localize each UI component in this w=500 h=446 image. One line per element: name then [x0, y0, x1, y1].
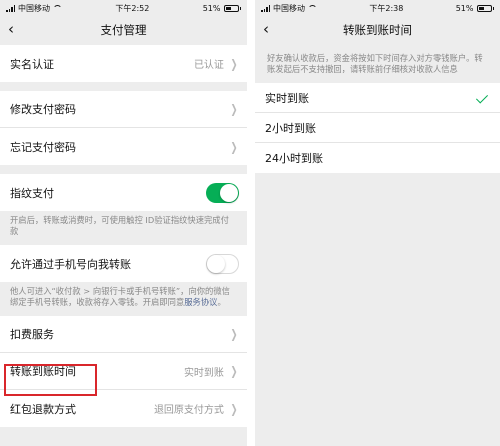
status-time: 下午2:52	[115, 3, 150, 13]
battery-percent: 51%	[455, 3, 474, 13]
chevron-right-icon: ❯	[230, 56, 238, 71]
fingerprint-label: 指纹支付	[10, 186, 54, 200]
carrier-label: 中国移动	[18, 3, 50, 13]
wifi-icon	[308, 5, 317, 11]
chevron-left-icon[interactable]: ‹	[8, 20, 14, 38]
checkmark-icon	[476, 93, 490, 103]
fingerprint-row: 指纹支付	[0, 174, 247, 211]
services-section: 扣费服务 ❯ 转账到账时间 实时到账 ❯ 红包退款方式 退回原支付方式 ❯	[0, 316, 247, 427]
deduction-service-label: 扣费服务	[10, 328, 54, 341]
transfer-time-row[interactable]: 转账到账时间 实时到账 ❯	[0, 353, 247, 390]
option-label: 2小时到账	[265, 121, 316, 135]
battery-icon	[476, 4, 494, 12]
option-label: 24小时到账	[265, 152, 323, 165]
phone-transfer-toggle[interactable]	[206, 253, 239, 274]
chevron-right-icon: ❯	[230, 364, 238, 378]
fingerprint-toggle[interactable]	[206, 182, 239, 203]
chevron-left-icon[interactable]: ‹	[263, 20, 269, 38]
option-realtime[interactable]: 实时到账	[255, 83, 500, 113]
phone-transfer-label: 允许通过手机号向我转账	[10, 257, 131, 271]
forgot-password-row[interactable]: 忘记支付密码 ❯	[0, 128, 247, 165]
phone-transfer-section: 允许通过手机号向我转账	[0, 245, 247, 282]
status-bar: 中国移动 下午2:38 51%	[255, 0, 500, 16]
carrier-label: 中国移动	[273, 3, 305, 13]
chevron-right-icon: ❯	[230, 401, 238, 416]
fingerprint-section: 指纹支付	[0, 174, 247, 211]
realname-status: 已认证	[193, 60, 224, 71]
realname-label: 实名认证	[10, 57, 54, 71]
wifi-icon	[53, 5, 62, 11]
payment-management-screen: 中国移动 下午2:52 51% ‹ 支付管理 实名认证 已认证 ❯ 修改支付密码…	[0, 0, 247, 446]
battery-percent: 51%	[202, 3, 221, 13]
service-agreement-link[interactable]: 服务协议	[184, 297, 217, 307]
refund-method-label: 红包退款方式	[10, 402, 76, 416]
option-2-hours[interactable]: 2小时到账	[255, 113, 500, 143]
fingerprint-note: 开启后，转账或消费时，可使用触控 ID验证指纹快速完成付款	[0, 211, 247, 245]
option-24-hours[interactable]: 24小时到账	[255, 143, 500, 173]
transfer-time-label: 转账到账时间	[10, 365, 76, 378]
phone-transfer-note: 他人可进入“收付款 > 向银行卡或手机号转账”，向你的微信绑定手机号转账，收款将…	[0, 282, 247, 316]
chevron-right-icon: ❯	[230, 139, 238, 154]
battery-icon	[223, 4, 241, 12]
transfer-time-note: 好友确认收款后，资金将按如下时间存入对方零钱账户。转账发起后不支持撤回，请转账前…	[255, 43, 500, 83]
divider	[247, 0, 255, 446]
status-bar: 中国移动 下午2:52 51%	[0, 0, 247, 16]
nav-bar: ‹ 转账到账时间	[255, 16, 500, 43]
signal-icon	[6, 4, 15, 12]
transfer-time-options: 实时到账 2小时到账 24小时到账	[255, 83, 500, 173]
transfer-time-screen: 中国移动 下午2:38 51% ‹ 转账到账时间 好友确认收款后，资金将按如下时…	[255, 0, 500, 446]
refund-method-value: 退回原支付方式	[153, 405, 224, 416]
change-password-label: 修改支付密码	[10, 103, 76, 116]
nav-bar: ‹ 支付管理	[0, 16, 247, 43]
realname-row[interactable]: 实名认证 已认证 ❯	[0, 45, 247, 82]
refund-method-row[interactable]: 红包退款方式 退回原支付方式 ❯	[0, 390, 247, 427]
option-label: 实时到账	[265, 91, 309, 105]
chevron-right-icon: ❯	[230, 327, 238, 341]
page-title: 转账到账时间	[343, 22, 412, 37]
password-section: 修改支付密码 ❯ 忘记支付密码 ❯	[0, 91, 247, 165]
realname-section: 实名认证 已认证 ❯	[0, 45, 247, 82]
page-title: 支付管理	[100, 22, 147, 37]
forgot-password-label: 忘记支付密码	[10, 140, 76, 154]
phone-transfer-row: 允许通过手机号向我转账	[0, 245, 247, 282]
chevron-right-icon: ❯	[230, 102, 238, 116]
transfer-time-value: 实时到账	[183, 367, 224, 379]
phone-transfer-note-end: 。	[217, 297, 226, 307]
signal-icon	[261, 4, 270, 12]
screenshot-frame: 中国移动 下午2:52 51% ‹ 支付管理 实名认证 已认证 ❯ 修改支付密码…	[0, 0, 500, 446]
change-password-row[interactable]: 修改支付密码 ❯	[0, 91, 247, 128]
status-time: 下午2:38	[369, 3, 404, 13]
deduction-service-row[interactable]: 扣费服务 ❯	[0, 316, 247, 353]
